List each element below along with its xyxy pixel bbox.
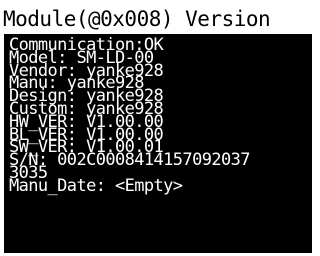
info-list: Communication:OK Model: SM-LD-00 Vendor:…	[9, 37, 250, 196]
manu-date-line: Manu_Date: <Empty>	[9, 175, 183, 196]
window-title: Module(@0x008) Version	[3, 6, 313, 32]
module-version-window: Module(@0x008) Version Communication:OK …	[0, 0, 319, 256]
info-panel: Communication:OK Model: SM-LD-00 Vendor:…	[3, 33, 313, 254]
